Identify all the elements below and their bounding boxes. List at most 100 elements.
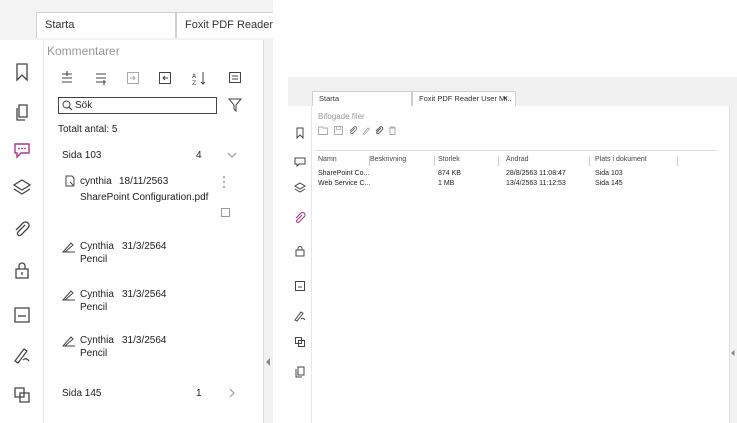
tab-label: Foxit PDF Reader User M...: [419, 94, 512, 103]
group-page-label: Sida 103: [62, 150, 102, 161]
page-group-header[interactable]: Sida 145 1: [44, 381, 263, 405]
form-field-icon[interactable]: [294, 280, 306, 292]
table-row[interactable]: Web Service C... 1 MB 13/4/2563 11:12:53…: [312, 180, 722, 190]
comment-date: 31/3/2564: [122, 241, 167, 252]
group-page-label: Sida 145: [62, 388, 102, 399]
comment-text: Pencil: [80, 302, 108, 313]
export-icon[interactable]: [158, 71, 172, 85]
security-icon[interactable]: [12, 260, 32, 280]
comment-date: 31/3/2564: [122, 289, 167, 300]
total-count: Totalt antal: 5: [58, 124, 118, 135]
comment-item[interactable]: Cynthia 31/3/2564 Pencil: [44, 236, 263, 270]
comment-item[interactable]: Cynthia 31/3/2564 Pencil: [44, 330, 263, 364]
column-header-modified[interactable]: Ändrad: [506, 156, 529, 163]
tab-label: Foxit PDF Reader U: [185, 19, 273, 31]
column-separator: [434, 156, 435, 166]
comments-icon[interactable]: [294, 156, 306, 168]
attachment-modified: 28/8/2563 11:08:47: [506, 170, 566, 177]
compare-pages-icon[interactable]: [12, 385, 32, 405]
sort-az-icon[interactable]: AZ: [191, 70, 207, 86]
search-icon: [62, 100, 73, 111]
panel-title: Kommentarer: [47, 44, 120, 58]
tab-label: Starta: [45, 19, 75, 31]
collapse-panel-icon[interactable]: [266, 358, 271, 366]
attachment-location: Sida 103: [595, 170, 623, 177]
table-row[interactable]: SharePoint Co... 874 KB 28/8/2563 11:08:…: [312, 170, 722, 180]
edit-attachment-icon[interactable]: [362, 126, 371, 135]
tab-starta[interactable]: Starta: [36, 12, 176, 38]
expand-all-icon[interactable]: [60, 71, 74, 85]
comment-text: Pencil: [80, 254, 108, 265]
comment-item[interactable]: cynthia 18/11/2563 SharePoint Configurat…: [44, 172, 263, 220]
layers-icon[interactable]: [12, 177, 32, 197]
tab-starta[interactable]: Starta: [312, 91, 412, 106]
table-header: Namn Beskrivning Storlek Ändrad Plats i …: [312, 153, 722, 167]
comment-summary-icon[interactable]: [228, 71, 242, 85]
pencil-icon: [62, 335, 76, 347]
pencil-icon: [62, 289, 76, 301]
navigation-rail: [288, 106, 312, 423]
filter-icon[interactable]: [228, 98, 242, 112]
pencil-icon: [62, 241, 76, 253]
comment-author: Cynthia: [80, 289, 114, 300]
panel-splitter[interactable]: [263, 40, 273, 423]
import-icon[interactable]: [126, 71, 140, 85]
collapse-all-icon[interactable]: [94, 71, 108, 85]
signature-icon[interactable]: [12, 345, 32, 365]
svg-text:A: A: [192, 73, 197, 80]
column-separator: [498, 156, 499, 166]
collapse-panel-icon[interactable]: [731, 350, 735, 356]
security-icon[interactable]: [294, 245, 306, 257]
comment-text: SharePoint Configuration.pdf: [80, 192, 209, 203]
comment-date: 31/3/2564: [122, 335, 167, 346]
page-group-header[interactable]: Sida 103 4: [44, 143, 263, 167]
search-input[interactable]: Sök: [58, 97, 217, 114]
save-icon[interactable]: [334, 126, 343, 135]
open-file-icon[interactable]: [318, 126, 328, 135]
attach-file-icon[interactable]: [375, 126, 384, 135]
tab-label: Starta: [319, 94, 340, 103]
checkbox[interactable]: [221, 208, 230, 217]
attachment-size: 874 KB: [438, 170, 461, 177]
attachment-modified: 13/4/2563 11:12:53: [506, 180, 566, 187]
panel-splitter[interactable]: [729, 106, 737, 423]
compare-pages-icon[interactable]: [294, 336, 306, 348]
svg-text:Z: Z: [192, 80, 196, 86]
pages-icon[interactable]: [12, 102, 32, 122]
bookmark-icon[interactable]: [12, 62, 32, 82]
column-separator: [589, 156, 590, 166]
tab-foxit-manual[interactable]: Foxit PDF Reader U: [176, 12, 273, 38]
delete-icon[interactable]: [388, 126, 397, 135]
comment-item[interactable]: Cynthia 31/3/2564 Pencil: [44, 284, 263, 318]
add-attachment-icon[interactable]: [349, 126, 358, 135]
column-separator: [677, 156, 678, 166]
comments-icon[interactable]: [12, 140, 32, 160]
chevron-down-icon[interactable]: [227, 151, 237, 159]
form-field-icon[interactable]: [12, 305, 32, 325]
column-header-size[interactable]: Storlek: [438, 156, 460, 163]
column-header-description[interactable]: Beskrivning: [370, 156, 406, 163]
attachment-name: SharePoint Co...: [318, 170, 370, 177]
chevron-right-icon[interactable]: [228, 388, 236, 398]
column-separator: [369, 156, 370, 166]
attachment-size: 1 MB: [438, 180, 455, 187]
comments-window: Starta Foxit PDF Reader U: [0, 0, 273, 423]
bookmark-icon[interactable]: [294, 127, 306, 139]
attachment-icon[interactable]: [294, 212, 306, 224]
pages-icon[interactable]: [294, 366, 306, 378]
attachments-window: Starta Foxit PDF Reader User M... × Bifo…: [288, 77, 737, 423]
comment-author: cynthia: [80, 176, 112, 187]
column-header-location[interactable]: Plats i dokument: [595, 156, 647, 163]
signature-icon[interactable]: [294, 310, 306, 322]
column-header-name[interactable]: Namn: [318, 156, 337, 163]
search-placeholder: Sök: [75, 100, 93, 111]
group-count: 1: [196, 388, 202, 399]
layers-icon[interactable]: [294, 182, 306, 194]
group-count: 4: [196, 150, 202, 161]
more-options-icon[interactable]: [222, 175, 226, 189]
attachment-icon[interactable]: [12, 220, 32, 240]
navigation-rail: [0, 40, 44, 423]
close-tab-icon[interactable]: ×: [503, 92, 508, 105]
tab-foxit-manual[interactable]: Foxit PDF Reader User M... ×: [412, 91, 516, 106]
divider: [314, 150, 718, 151]
